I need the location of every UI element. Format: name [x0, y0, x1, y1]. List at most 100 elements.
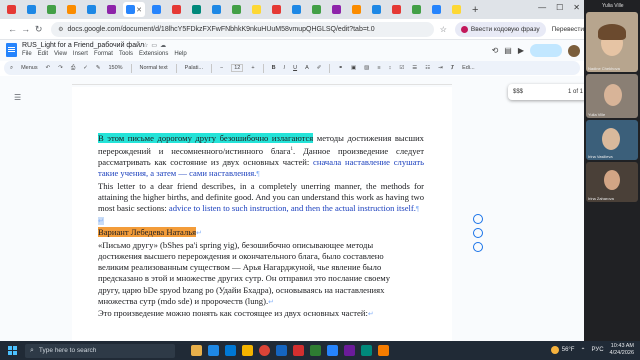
file-explorer-icon[interactable]	[242, 345, 253, 356]
menu-edit[interactable]: Edit	[38, 51, 48, 57]
menu-format[interactable]: Format	[94, 51, 113, 57]
minimize-icon[interactable]: —	[538, 3, 546, 12]
browser-tab[interactable]	[83, 2, 100, 17]
text-color-icon[interactable]: A	[305, 65, 309, 71]
add-comment-icon[interactable]	[473, 214, 483, 224]
document-page[interactable]: В этом письме дорогому другу безошибочно…	[72, 87, 452, 341]
url-bar[interactable]: ⚙ docs.google.com/document/d/18lhcY5FDkz…	[51, 21, 434, 37]
browser-tab[interactable]	[103, 2, 120, 17]
browser-tab[interactable]	[308, 2, 325, 17]
spellcheck-icon[interactable]: ✓	[83, 65, 88, 71]
search-menus-icon[interactable]: ⌕	[10, 65, 13, 72]
editing-mode[interactable]: Edi...	[462, 65, 475, 71]
paint-format-icon[interactable]: ✎	[96, 65, 101, 71]
browser-tab[interactable]	[288, 2, 305, 17]
style-select[interactable]: Normal text	[140, 65, 168, 71]
forward-icon[interactable]: →	[19, 24, 32, 34]
tray-arrow-icon[interactable]: ⌃	[580, 347, 585, 354]
move-icon[interactable]: ▭	[151, 42, 157, 49]
comments-icon[interactable]: ▤	[504, 46, 512, 55]
line-spacing-icon[interactable]: ↕	[389, 65, 392, 71]
browser-tab[interactable]	[408, 2, 425, 17]
print-icon[interactable]: ⎙	[71, 65, 75, 72]
edge-icon[interactable]	[225, 345, 236, 356]
menu-view[interactable]: View	[54, 51, 67, 57]
app-icon[interactable]	[344, 345, 355, 356]
increase-size-icon[interactable]: +	[251, 65, 254, 71]
outline-icon[interactable]: ☰	[14, 93, 21, 102]
menu-tools[interactable]: Tools	[119, 51, 133, 57]
browser-tab[interactable]	[248, 2, 265, 17]
taskbar-search[interactable]: ⌕ Type here to search	[25, 343, 175, 358]
history-icon[interactable]: ⟲	[492, 46, 499, 55]
comment-icon[interactable]: ▣	[351, 65, 356, 71]
browser-tab[interactable]	[388, 2, 405, 17]
acrobat-icon[interactable]	[293, 345, 304, 356]
share-button[interactable]	[530, 44, 562, 57]
menu-insert[interactable]: Insert	[73, 51, 88, 57]
indent-icon[interactable]: ⇥	[438, 65, 443, 71]
menu-file[interactable]: File	[22, 51, 32, 57]
task-view-icon[interactable]	[208, 345, 219, 356]
menus-search[interactable]: Menus	[21, 65, 38, 71]
browser-tab[interactable]	[228, 2, 245, 17]
font-size-input[interactable]: 12	[231, 64, 244, 72]
checklist-icon[interactable]: ☑	[399, 65, 404, 71]
document-title[interactable]: RUS_Light for a Friend_рабочий файл	[22, 42, 144, 49]
bullets-icon[interactable]: ☰	[412, 65, 417, 71]
new-tab-icon[interactable]: +	[472, 4, 478, 16]
docs-logo-icon[interactable]	[6, 43, 17, 57]
browser-tab[interactable]	[63, 2, 80, 17]
browser-tab[interactable]	[148, 2, 165, 17]
reload-icon[interactable]: ↻	[32, 24, 45, 35]
browser-tab[interactable]	[23, 2, 40, 17]
app-icon[interactable]	[378, 345, 389, 356]
find-box[interactable]: $$$ 1 of 1	[508, 84, 588, 100]
browser-tab[interactable]	[208, 2, 225, 17]
participant-tile[interactable]: Irina Zaharova	[586, 162, 638, 202]
align-icon[interactable]: ≡	[377, 65, 380, 71]
link-icon[interactable]: ⚭	[338, 65, 343, 71]
underline-icon[interactable]: U	[293, 65, 297, 71]
close-window-icon[interactable]: ✕	[573, 3, 580, 12]
clear-format-icon[interactable]: Ⱦ	[451, 65, 454, 71]
menu-extensions[interactable]: Extensions	[139, 51, 168, 57]
zoom-select[interactable]: 150%	[108, 65, 122, 71]
menu-help[interactable]: Help	[174, 51, 186, 57]
browser-tab[interactable]	[428, 2, 445, 17]
translate-button[interactable]: Перевести	[552, 26, 584, 33]
font-select[interactable]: Palati...	[185, 65, 203, 71]
participant-tile[interactable]: Irina Vasilieva	[586, 120, 638, 160]
word-icon[interactable]	[276, 345, 287, 356]
italic-icon[interactable]: I	[284, 65, 286, 71]
zoom-icon[interactable]	[327, 345, 338, 356]
star-icon[interactable]: ☆	[440, 25, 447, 34]
widgets-icon[interactable]	[191, 345, 202, 356]
redo-icon[interactable]: ↷	[58, 65, 63, 71]
image-icon[interactable]: ▨	[364, 65, 369, 71]
numbered-list-icon[interactable]: ☷	[425, 65, 430, 71]
browser-tab-active[interactable]: ✕	[123, 2, 145, 17]
translate-chip[interactable]: Ввести кодовую фразу	[454, 21, 546, 37]
browser-tab[interactable]	[268, 2, 285, 17]
browser-tab[interactable]	[3, 2, 20, 17]
decrease-size-icon[interactable]: −	[220, 65, 223, 71]
browser-tab[interactable]	[328, 2, 345, 17]
highlight-icon[interactable]: ✐	[317, 65, 322, 71]
weather-widget[interactable]: 56°F	[550, 346, 574, 354]
bold-icon[interactable]: B	[272, 65, 276, 71]
participant-tile[interactable]: Yulia Ville	[586, 74, 638, 118]
back-icon[interactable]: ←	[6, 24, 19, 34]
excel-icon[interactable]	[310, 345, 321, 356]
meet-icon[interactable]: ▶	[518, 46, 524, 55]
language-indicator[interactable]: РУС	[592, 347, 604, 353]
avatar[interactable]	[568, 44, 580, 57]
undo-icon[interactable]: ↶	[46, 65, 51, 71]
cloud-icon[interactable]: ☁	[160, 42, 166, 49]
site-info-icon[interactable]: ⚙	[58, 26, 63, 33]
browser-tab[interactable]	[168, 2, 185, 17]
emoji-reaction-icon[interactable]	[473, 228, 483, 238]
browser-tab[interactable]	[348, 2, 365, 17]
close-tab-icon[interactable]: ✕	[136, 6, 142, 14]
app-icon[interactable]	[361, 345, 372, 356]
